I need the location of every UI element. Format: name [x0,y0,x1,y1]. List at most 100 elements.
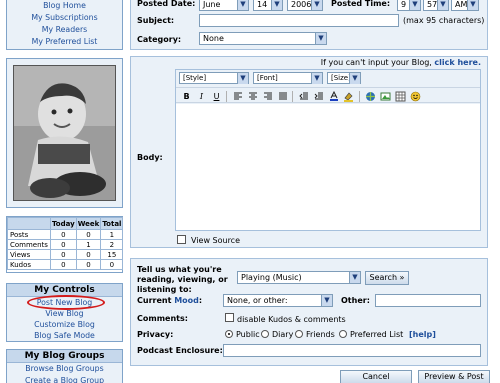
chevron-down-icon: ▼ [311,73,322,84]
outdent-icon[interactable] [298,91,309,102]
create-blog-group-link[interactable]: Create a Blog Group [7,375,122,383]
size-select-value: [Size] [331,74,351,82]
mood-select[interactable]: None, or other: ▼ [223,294,333,307]
preview-post-button[interactable]: Preview & Post [418,370,490,383]
rich-text-editor: [Style] ▼ [Font] ▼ [Size] ▼ B I U [175,69,481,231]
time-ampm-value: AM [455,0,468,9]
stats-cell: Views [7,249,51,260]
blog-safe-mode-link[interactable]: Blog Safe Mode [7,330,122,341]
body-panel: If you can't input your Blog, click here… [130,56,488,248]
subject-input[interactable] [199,14,399,27]
time-minute-select[interactable]: 57 ▼ [423,0,449,11]
stats-row: Kudos 0 0 0 [7,259,124,270]
time-hour-select[interactable]: 9 ▼ [397,0,421,11]
text-color-icon[interactable] [328,90,339,102]
privacy-public-label: Public [236,330,260,339]
stats-table-box: Today Week Total Posts 0 0 1 Comments 0 … [6,216,124,273]
extras-panel: Tell us what you're reading, viewing, or… [130,258,488,366]
stats-cell: 15 [100,249,124,260]
font-select-value: [Font] [257,74,278,82]
stats-cell: 2 [100,239,124,250]
mood-link[interactable]: Mood [174,296,199,305]
privacy-help-link[interactable]: [help] [409,330,436,339]
stats-row: Comments 0 1 2 [7,239,124,250]
date-month-select[interactable]: June ▼ [199,0,249,11]
image-icon[interactable] [380,91,391,102]
browse-blog-groups-link[interactable]: Browse Blog Groups [7,363,122,375]
cant-input-note: If you can't input your Blog, click here… [321,58,481,67]
style-select[interactable]: [Style] ▼ [179,72,249,84]
stats-cell: 0 [49,229,77,240]
privacy-public-radio[interactable] [225,330,233,338]
privacy-preferred-label: Preferred List [350,330,404,339]
justify-icon[interactable] [277,91,288,102]
sidebar-link-readers[interactable]: My Readers [7,24,122,36]
time-minute-value: 57 [427,0,438,9]
editor-toolbar-format: B I U [176,87,480,103]
media-type-value: Playing (Music) [241,273,302,282]
subject-max-note: (max 95 characters) [403,16,485,25]
stats-cell: 1 [75,239,102,250]
other-mood-label: Other: [341,296,370,305]
privacy-preferred-radio[interactable] [339,330,347,338]
view-source-checkbox[interactable] [177,235,186,244]
stats-cell: Posts [7,229,51,240]
smiley-icon[interactable] [410,91,421,102]
stats-cell: 0 [100,259,124,270]
chevron-down-icon: ▼ [349,272,360,283]
stats-header-today: Today [49,217,77,230]
font-select[interactable]: [Font] ▼ [253,72,323,84]
cancel-button[interactable]: Cancel [340,370,412,383]
indent-icon[interactable] [313,91,324,102]
align-left-icon[interactable] [232,91,243,102]
chevron-down-icon: ▼ [437,0,448,10]
sidebar: Blog Home My Subscriptions My Readers My… [0,0,128,383]
align-center-icon[interactable] [247,91,258,102]
body-textarea[interactable] [176,104,480,230]
date-year-select[interactable]: 2006 ▼ [287,0,323,11]
sidebar-links-box: Blog Home My Subscriptions My Readers My… [6,0,123,50]
privacy-diary-label: Diary [272,330,294,339]
stats-cell: 0 [49,259,77,270]
profile-photo-box [6,58,123,208]
stats-cell: 0 [49,239,77,250]
sidebar-link-blog-home[interactable]: Blog Home [7,0,122,12]
link-icon[interactable] [365,91,376,102]
privacy-diary-radio[interactable] [261,330,269,338]
table-icon[interactable] [395,91,406,102]
customize-blog-link[interactable]: Customize Blog [7,319,122,330]
view-source-label: View Source [191,236,241,245]
category-value: None [203,34,224,43]
size-select[interactable]: [Size] ▼ [327,72,361,84]
stats-cell: 1 [100,229,124,240]
bold-icon[interactable]: B [181,91,192,102]
chevron-down-icon: ▼ [349,73,360,84]
current-mood-text: Current [137,296,175,305]
search-button[interactable]: Search » [365,271,409,285]
chevron-down-icon: ▼ [315,33,326,44]
toolbar-divider [292,91,293,102]
click-here-link[interactable]: click here. [434,58,481,67]
posted-date-label: Posted Date: [137,0,196,8]
time-ampm-select[interactable]: AM ▼ [451,0,479,11]
tell-us-label: Tell us what you're reading, viewing, or… [137,265,228,294]
sidebar-link-subscriptions[interactable]: My Subscriptions [7,12,122,24]
align-right-icon[interactable] [262,91,273,102]
italic-icon[interactable]: I [196,91,207,102]
current-mood-label: Current Mood: [137,296,202,305]
privacy-friends-radio[interactable] [295,330,303,338]
category-select[interactable]: None ▼ [199,32,327,45]
stats-cell: Kudos [7,259,51,270]
disable-kudos-checkbox[interactable] [225,313,234,322]
podcast-input[interactable] [223,344,481,357]
date-month-value: June [203,0,221,9]
media-type-select[interactable]: Playing (Music) ▼ [237,271,361,284]
highlight-icon[interactable] [343,91,354,102]
underline-icon[interactable]: U [211,91,222,102]
date-day-select[interactable]: 14 ▼ [253,0,283,11]
other-mood-input[interactable] [375,294,481,307]
style-select-value: [Style] [183,74,207,82]
chevron-down-icon: ▼ [409,0,420,10]
sidebar-link-preferred-list[interactable]: My Preferred List [7,36,122,48]
stats-header-total: Total [100,217,124,230]
